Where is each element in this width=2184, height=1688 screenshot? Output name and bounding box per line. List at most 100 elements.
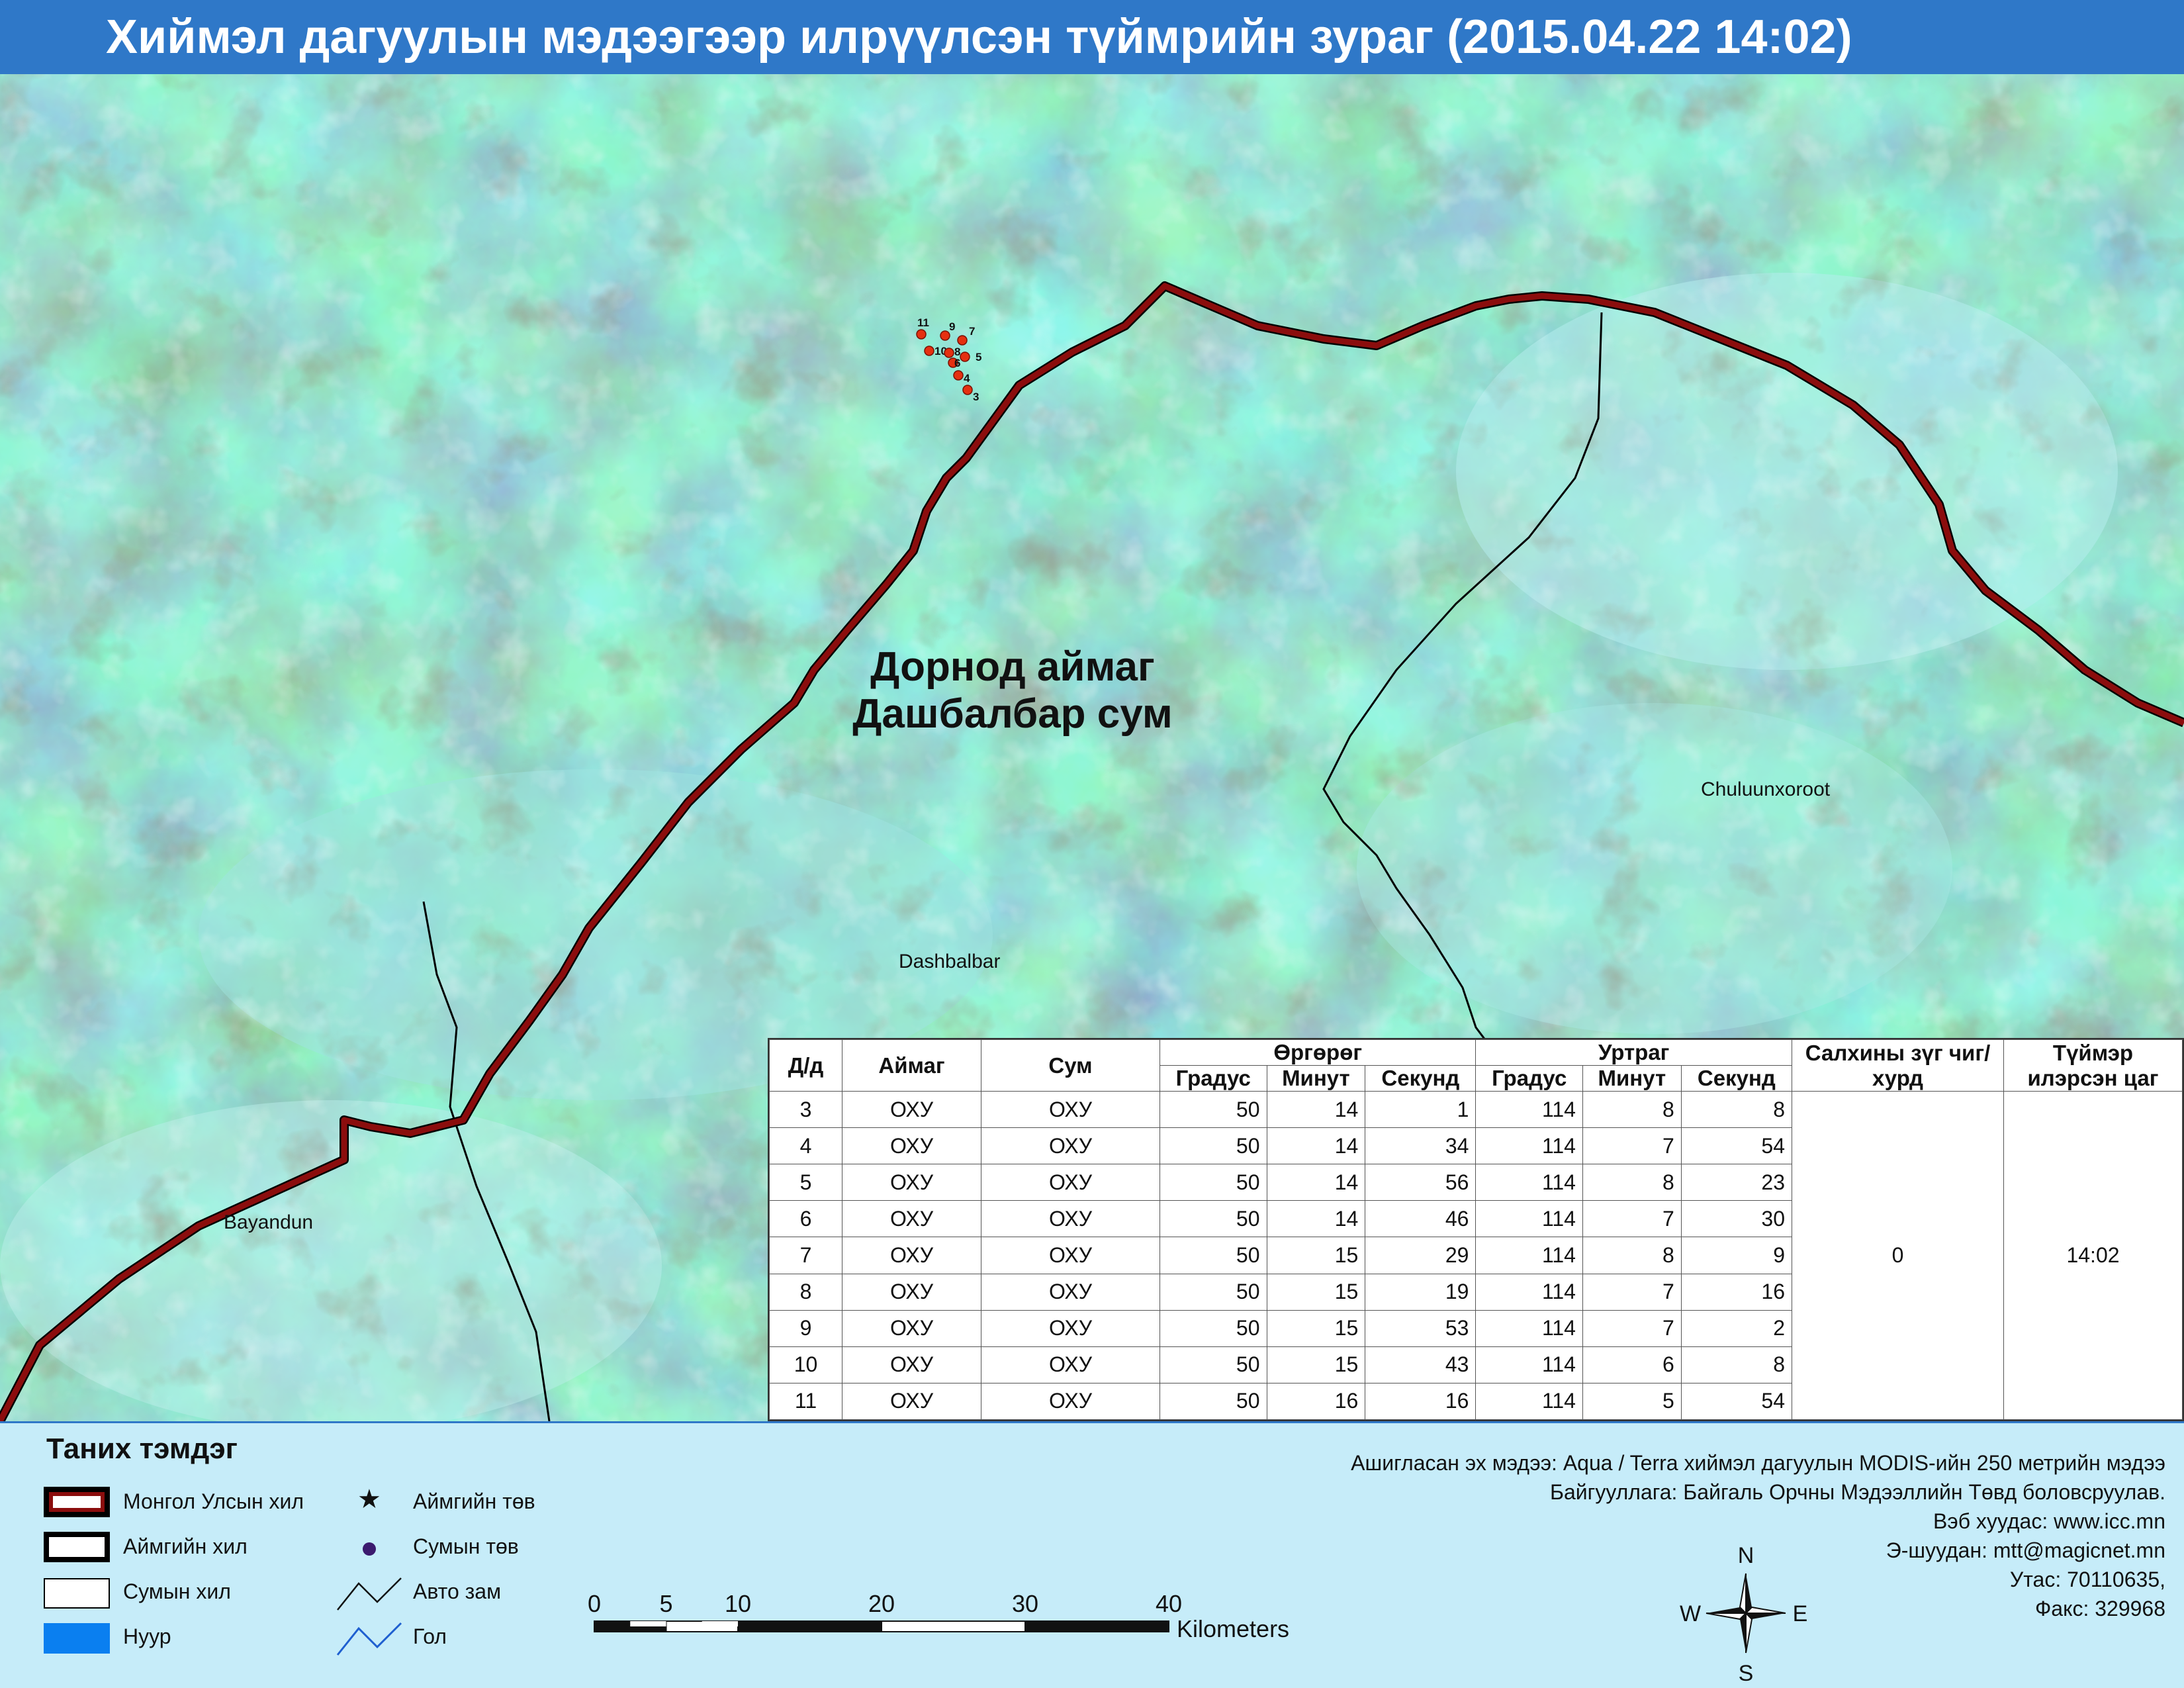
scale-tick-label: 30 — [1012, 1590, 1038, 1617]
scale-subsegment — [702, 1621, 738, 1626]
fire-point — [940, 330, 950, 341]
fire-point-label: 5 — [976, 351, 981, 363]
cell-no: 11 — [769, 1382, 842, 1421]
map-title: Хиймэл дагуулын мэдээгээр илрүүлсэн түйм… — [0, 0, 2184, 74]
cell-no: 6 — [769, 1200, 842, 1238]
lake-swatch — [44, 1623, 110, 1654]
cell-lon-d: 114 — [1475, 1382, 1583, 1421]
soum-center-dot-icon — [363, 1542, 376, 1556]
legend-soum-center: Сумын төв — [413, 1534, 519, 1558]
cell-lon-s: 2 — [1680, 1309, 1793, 1347]
cell-lon-s: 8 — [1680, 1346, 1793, 1383]
place-label-bayandun: Bayandun — [224, 1211, 314, 1233]
cell-lat-d: 50 — [1160, 1273, 1267, 1311]
fire-point — [962, 385, 973, 395]
cell-lon-s: 54 — [1680, 1382, 1793, 1421]
cell-no: 4 — [769, 1127, 842, 1165]
fire-point-label: 3 — [973, 391, 979, 403]
cell-lat-d: 50 — [1160, 1090, 1267, 1129]
compass-n: N — [1738, 1543, 1754, 1568]
compass-rose-icon: N S W E — [1680, 1543, 1808, 1686]
cell-lon-m: 8 — [1582, 1090, 1682, 1129]
scale-segment — [737, 1620, 882, 1632]
cell-aimag: ОХУ — [842, 1200, 981, 1238]
cell-lat-m: 15 — [1266, 1237, 1366, 1274]
header-lon-degree: Градус — [1475, 1065, 1583, 1092]
national-border-swatch — [44, 1487, 110, 1517]
cell-lon-s: 30 — [1680, 1200, 1793, 1238]
cell-lat-s: 29 — [1365, 1237, 1477, 1274]
cell-lat-s: 53 — [1365, 1309, 1477, 1347]
cell-soum: ОХУ — [981, 1382, 1160, 1421]
cell-aimag: ОХУ — [842, 1273, 981, 1311]
cell-lon-m: 7 — [1582, 1273, 1682, 1311]
scale-tick-label: 20 — [868, 1590, 895, 1617]
cell-lon-s: 8 — [1680, 1090, 1793, 1129]
cell-lon-d: 114 — [1475, 1309, 1583, 1347]
scale-subsegment — [630, 1621, 666, 1626]
fire-point-label: 7 — [969, 325, 975, 338]
region-label: Дорнод аймаг Дашбалбар сум — [814, 643, 1211, 737]
scale-tick-label: 40 — [1156, 1590, 1182, 1617]
legend-soum-border: Сумын хил — [123, 1579, 231, 1603]
region-label-soum: Дашбалбар сум — [852, 691, 1173, 737]
cell-aimag: ОХУ — [842, 1164, 981, 1201]
fire-point — [953, 370, 964, 381]
cell-soum: ОХУ — [981, 1200, 1160, 1238]
cell-aimag: ОХУ — [842, 1237, 981, 1274]
header-lat-minute: Минут — [1266, 1065, 1366, 1092]
cell-lat-d: 50 — [1160, 1346, 1267, 1383]
fire-point-label: 6 — [954, 357, 960, 369]
cell-lat-s: 1 — [1365, 1090, 1477, 1129]
legend-river: Гол — [413, 1624, 447, 1648]
header-longitude: Уртраг — [1475, 1039, 1792, 1066]
cell-time: 14:02 — [2003, 1091, 2183, 1420]
cell-lon-m: 8 — [1582, 1237, 1682, 1274]
cell-lon-d: 114 — [1475, 1164, 1583, 1201]
header-lon-second: Секунд — [1680, 1065, 1793, 1092]
river-line-icon — [336, 1622, 402, 1656]
cell-lon-d: 114 — [1475, 1237, 1583, 1274]
fire-point — [916, 329, 927, 340]
header-lat-second: Секунд — [1365, 1065, 1477, 1092]
header-no: Д/д — [769, 1039, 842, 1092]
cell-lat-m: 15 — [1266, 1309, 1366, 1347]
star-icon: ★ — [357, 1485, 381, 1514]
cell-lat-m: 15 — [1266, 1346, 1366, 1383]
compass-e: E — [1793, 1601, 1808, 1626]
info-organization: Байгууллага: Байгаль Орчны Мэдээллийн Тө… — [1549, 1480, 2165, 1504]
legend-aimag-border: Аймгийн хил — [123, 1534, 248, 1558]
cell-lat-d: 50 — [1160, 1164, 1267, 1201]
scale-segment — [1024, 1620, 1169, 1632]
fire-point — [960, 352, 970, 362]
compass-w: W — [1680, 1601, 1701, 1626]
cell-lat-m: 14 — [1266, 1127, 1366, 1165]
fire-point-label: 4 — [964, 372, 970, 385]
cell-aimag: ОХУ — [842, 1127, 981, 1165]
cell-lon-d: 114 — [1475, 1200, 1583, 1238]
scale-tick-label: 0 — [588, 1590, 601, 1617]
cell-lon-s: 54 — [1680, 1127, 1793, 1165]
header-time: Түймэр илэрсэн цаг — [2003, 1039, 2183, 1092]
place-label-dashbalbar: Dashbalbar — [899, 951, 1001, 972]
cell-no: 10 — [769, 1346, 842, 1383]
cell-soum: ОХУ — [981, 1090, 1160, 1129]
scale-tick-label: 5 — [659, 1590, 672, 1617]
cell-lat-d: 50 — [1160, 1200, 1267, 1238]
legend-road: Авто зам — [413, 1579, 502, 1603]
cell-lat-s: 56 — [1365, 1164, 1477, 1201]
table-row: 3 ОХУ ОХУ 50 14 1 114 8 8 0 14:02 — [769, 1090, 2183, 1420]
cell-lat-m: 14 — [1266, 1090, 1366, 1129]
fire-point-label: 11 — [917, 316, 929, 329]
cell-soum: ОХУ — [981, 1346, 1160, 1383]
cell-lon-m: 8 — [1582, 1164, 1682, 1201]
scale-bar: 0 5 10 20 30 40Kilometers — [588, 1590, 1289, 1642]
cell-lon-m: 6 — [1582, 1346, 1682, 1383]
legend-aimag-center: Аймгийн төв — [413, 1489, 535, 1513]
cell-lat-d: 50 — [1160, 1237, 1267, 1274]
cell-lat-m: 14 — [1266, 1200, 1366, 1238]
legend-lake: Нуур — [123, 1624, 171, 1648]
scale-tick-label: 10 — [725, 1590, 751, 1617]
cell-soum: ОХУ — [981, 1273, 1160, 1311]
cell-aimag: ОХУ — [842, 1346, 981, 1383]
